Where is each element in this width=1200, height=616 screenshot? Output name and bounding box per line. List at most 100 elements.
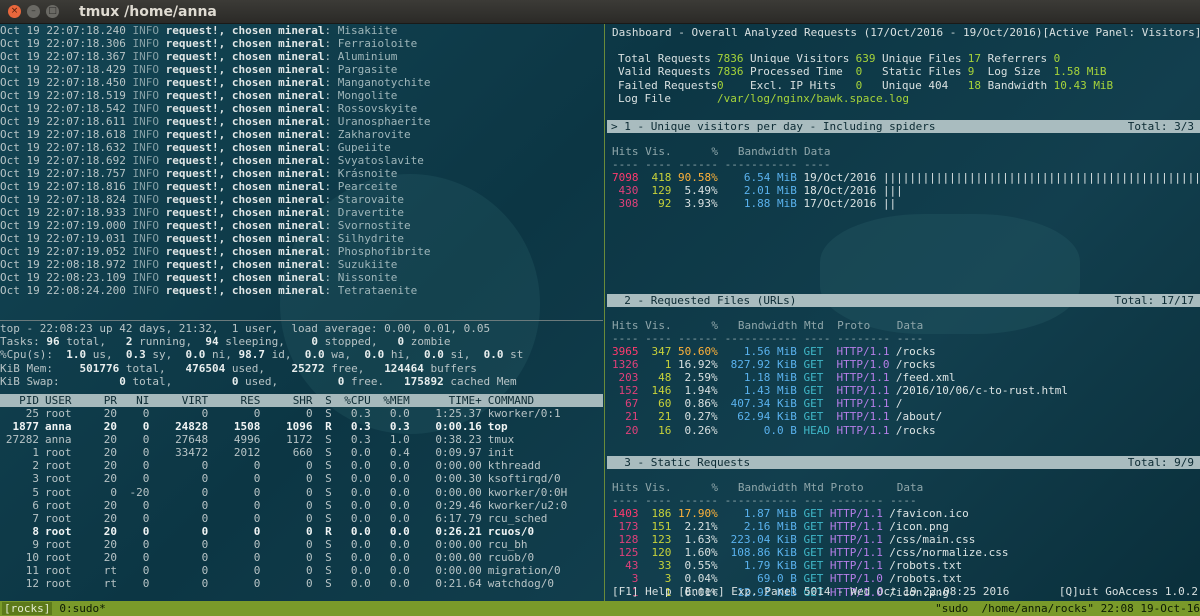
- goaccess-panel[interactable]: 2 - Requested Files (URLs) Total: 17/17 Hi…: [607, 294, 1200, 437]
- tasks-stopped-label: stopped,: [324, 335, 378, 349]
- terminal-area[interactable]: Oct 19 22:07:18.240 INFO request!, chose…: [0, 24, 1200, 601]
- row-method: GET: [803, 384, 824, 398]
- pane-divider-horizontal[interactable]: [0, 320, 603, 321]
- overview-label: Unique 404: [881, 78, 949, 92]
- panel-title-bar[interactable]: > 1 - Unique visitors per day - Includin…: [607, 120, 1200, 133]
- process-cell: R: [325, 420, 332, 434]
- process-cell: 0: [142, 524, 150, 538]
- row-percent: 0.86%: [684, 397, 718, 411]
- process-cell: 0: [253, 406, 261, 420]
- top-pane[interactable]: top - 22:08:23 up 42 days, 21:32, 1 user…: [0, 322, 603, 601]
- process-row[interactable]: 1 root 20 0 33472 2012 660 S 0.0 0.4 0:09.97 init: [0, 446, 603, 459]
- process-row[interactable]: 8 root 20 0 0 0 0 R 0.0 0.0 0:26.21 rcuos/0: [0, 525, 603, 538]
- tmux-window-tab[interactable]: 0:sudo*: [59, 602, 105, 615]
- panel-data-row[interactable]: 3965 347 50.60% 1.56 MiB GET HTTP/1.1/roc…: [607, 345, 1200, 358]
- panel-data-row[interactable]: 152 146 1.94% 1.43 MiB GET HTTP/1.1/2016/…: [607, 384, 1200, 397]
- process-row[interactable]: 2 root 20 0 0 0 0 S 0.0 0.0 0:00.00 kthreadd: [0, 459, 603, 472]
- log-timestamp: Oct 19 22:07:19.052: [0, 245, 126, 258]
- row-bandwidth: 1.43 MiB: [743, 384, 797, 398]
- process-cell: 0:00.00: [435, 485, 482, 499]
- row-method: GET: [803, 546, 824, 560]
- goaccess-pane[interactable]: Dashboard - Overall Analyzed Requests (1…: [607, 24, 1200, 601]
- process-row[interactable]: 9 root 20 0 0 0 0 S 0.0 0.0 0:00.00 rcu_bh: [0, 538, 603, 551]
- row-method: GET: [803, 345, 824, 358]
- tasks-label: Tasks:: [0, 335, 40, 349]
- row-data: /rocks: [895, 345, 936, 358]
- panel-data-row[interactable]: 21 21 0.27% 62.94 KiB GET HTTP/1.1/about/: [607, 410, 1200, 423]
- process-cell: 0: [142, 406, 150, 420]
- panel-data-row[interactable]: 1326 1 16.92% 827.92 KiB GET HTTP/1.0/roc…: [607, 358, 1200, 371]
- process-column-header[interactable]: %CPU: [332, 394, 371, 407]
- process-cell: 0.0: [389, 537, 410, 551]
- tmux-session-name[interactable]: [rocks]: [2, 602, 53, 615]
- process-column-header[interactable]: S: [313, 394, 332, 407]
- panel-title-bar[interactable]: 3 - Static Requests Total: 9/9: [607, 456, 1200, 469]
- close-window-button[interactable]: ×: [8, 5, 21, 18]
- panel-data-row[interactable]: 3 3 0.04% 69.0 B GET HTTP/1.0/robots.txt: [607, 572, 1200, 585]
- row-visitors: 186: [651, 507, 672, 520]
- process-cell: 0: [201, 550, 209, 564]
- footer-quit[interactable]: [Q]uit GoAccess 1.0.2: [1059, 585, 1198, 599]
- row-percent: 0.04%: [684, 572, 718, 586]
- panel-data-row[interactable]: 308 92 3.93% 1.88 MiB 17/Oct/2016 ||: [607, 197, 1200, 210]
- panel-data-row[interactable]: 20 16 0.26% 0.0 B HEAD HTTP/1.1/rocks: [607, 424, 1200, 437]
- process-row[interactable]: 1877 anna 20 0 24828 1508 1096 R 0.3 0.3 0:00.16 to…: [0, 420, 603, 433]
- process-column-header[interactable]: %MEM: [371, 394, 410, 407]
- process-cell: 25: [25, 406, 39, 420]
- log-timestamp: Oct 19 22:07:19.031: [0, 232, 126, 245]
- process-row[interactable]: 27282 anna 20 0 27648 4996 1172 S 0.3 1.0 0:38.23 t…: [0, 433, 603, 446]
- process-cell: 0: [201, 459, 209, 473]
- process-column-header[interactable]: RES: [208, 394, 261, 407]
- process-row[interactable]: 12 root rt 0 0 0 0 S 0.0 0.0 0:21.64 watchdog/0: [0, 577, 603, 590]
- panel-data-row[interactable]: 203 48 2.59% 1.18 MiB GET HTTP/1.1/feed.x…: [607, 371, 1200, 384]
- row-hits: 308: [618, 197, 639, 211]
- process-row[interactable]: 3 root 20 0 0 0 0 S 0.0 0.0 0:00.30 ksoftirqd/0: [0, 472, 603, 485]
- panel-title-bar[interactable]: 2 - Requested Files (URLs) Total: 17/17: [607, 294, 1200, 307]
- panel-data-row[interactable]: 430 129 5.49% 2.01 MiB 18/Oct/2016 |||: [607, 184, 1200, 197]
- process-cell: 0: [142, 564, 150, 578]
- log-line: Oct 19 22:07:18.933 INFO request!, chose…: [0, 206, 405, 219]
- process-row[interactable]: 25 root 20 0 0 0 0 S 0.3 0.0 1:25.37 kworker/0:1: [0, 407, 603, 420]
- log-file-path: /var/log/nginx/bawk.space.log: [717, 92, 910, 106]
- process-row[interactable]: 10 root 20 0 0 0 0 S 0.0 0.0 0:00.00 rcuob/0: [0, 551, 603, 564]
- process-cell: rcu_sched: [487, 511, 548, 525]
- process-column-header[interactable]: USER: [39, 394, 78, 407]
- process-column-header[interactable]: TIME+: [410, 394, 482, 407]
- process-row[interactable]: 11 root rt 0 0 0 0 S 0.0 0.0 0:00.00 migration/0: [0, 564, 603, 577]
- process-column-header[interactable]: NI: [117, 394, 149, 407]
- mineral-name: Phosphofibrite: [337, 245, 431, 258]
- panel-data-row[interactable]: 67 60 0.86% 407.34 KiB GET HTTP/1.1 /: [607, 397, 1200, 410]
- process-column-header[interactable]: SHR: [260, 394, 313, 407]
- log-line: Oct 19 22:07:18.757 INFO request!, chose…: [0, 167, 398, 180]
- goaccess-panel[interactable]: 3 - Static Requests Total: 9/9 Hits Vis. %…: [607, 456, 1200, 599]
- minimize-window-button[interactable]: –: [27, 5, 40, 18]
- log-timestamp: Oct 19 22:08:24.200: [0, 284, 126, 297]
- process-column-header[interactable]: COMMAND: [482, 394, 562, 407]
- process-row[interactable]: 6 root 20 0 0 0 0 S 0.0 0.0 0:29.46 kworker/u2:0: [0, 499, 603, 512]
- process-cell: 0.0: [389, 524, 410, 538]
- log-level: INFO: [132, 258, 159, 271]
- process-cell: S: [325, 577, 332, 591]
- process-column-header[interactable]: VIRT: [149, 394, 209, 407]
- process-cell: 0:21.64: [435, 577, 482, 591]
- panel-data-row[interactable]: 1403 186 17.90% 1.87 MiB GET HTTP/1.1/fav…: [607, 507, 1200, 520]
- process-cell: 0:00.00: [435, 537, 482, 551]
- panel-data-row[interactable]: 128 123 1.63% 223.04 KiB GET HTTP/1.1/css…: [607, 533, 1200, 546]
- panel-data-row[interactable]: 125 120 1.60% 108.86 KiB GET HTTP/1.1/css…: [607, 546, 1200, 559]
- tasks-running: 2: [125, 335, 133, 349]
- process-row[interactable]: 7 root 20 0 0 0 0 S 0.0 0.0 6:17.79 rcu_sched: [0, 512, 603, 525]
- process-row[interactable]: 5 root 0 -20 0 0 0 S 0.0 0.0 0:00.00 kworker/0:0H: [0, 486, 603, 499]
- panel-data-row[interactable]: 173 151 2.21% 2.16 MiB GET HTTP/1.1/icon.…: [607, 520, 1200, 533]
- panel-total: Total: 9/9: [1127, 456, 1194, 469]
- footer-help[interactable]: [F1] Help [Enter] Exp. Panel 5014 - Wed …: [612, 585, 1009, 599]
- goaccess-panel[interactable]: > 1 - Unique visitors per day - Includin…: [607, 120, 1200, 210]
- process-column-header[interactable]: PID: [0, 394, 39, 407]
- panel-data-row[interactable]: 7098 418 90.58% 6.54 MiB 19/Oct/2016 |||…: [607, 171, 1200, 184]
- process-cell: 6:17.79: [435, 511, 482, 525]
- log-timestamp: Oct 19 22:07:18.757: [0, 167, 126, 180]
- process-column-header[interactable]: PR: [78, 394, 117, 407]
- panel-data-row[interactable]: 43 33 0.55% 1.79 KiB GET HTTP/1.1/robots.…: [607, 559, 1200, 572]
- log-pane[interactable]: Oct 19 22:07:18.240 INFO request!, chose…: [0, 24, 603, 320]
- maximize-window-button[interactable]: □: [46, 5, 59, 18]
- row-hits: 1403: [612, 507, 639, 520]
